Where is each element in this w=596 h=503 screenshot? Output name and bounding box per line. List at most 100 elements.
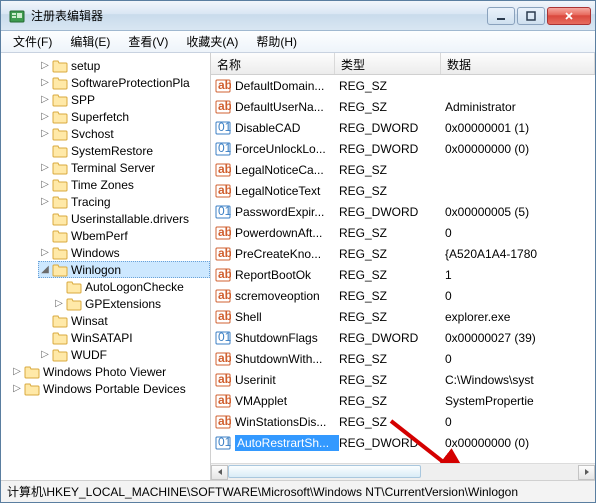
maximize-button[interactable] xyxy=(517,7,545,25)
menu-help[interactable]: 帮助(H) xyxy=(248,31,305,52)
expand-toggle[interactable]: ▷ xyxy=(39,111,51,122)
tree-item[interactable]: ▷Tracing xyxy=(39,193,210,210)
tree-item[interactable]: ▷ setup xyxy=(39,57,210,74)
tree-item[interactable]: WinSATAPI xyxy=(39,329,210,346)
expand-toggle[interactable]: ▷ xyxy=(39,247,51,258)
expand-toggle[interactable]: ▷ xyxy=(39,349,51,360)
expand-toggle[interactable]: ▷ xyxy=(39,94,51,105)
value-row[interactable]: abLegalNoticeCa...REG_SZ xyxy=(211,159,595,180)
expand-toggle[interactable]: ▷ xyxy=(39,179,51,190)
value-row[interactable]: 011DisableCADREG_DWORD0x00000001 (1) xyxy=(211,117,595,138)
scroll-thumb[interactable] xyxy=(228,465,421,478)
reg-sz-icon: ab xyxy=(215,246,231,262)
expand-toggle[interactable]: ▷ xyxy=(39,162,51,173)
value-row[interactable]: 011ForceUnlockLo...REG_DWORD0x00000000 (… xyxy=(211,138,595,159)
value-row[interactable]: abLegalNoticeTextREG_SZ xyxy=(211,180,595,201)
expand-toggle[interactable]: ▷ xyxy=(39,196,51,207)
expand-toggle[interactable]: ▷ xyxy=(53,298,65,309)
value-data: 0 xyxy=(445,289,595,303)
menu-edit[interactable]: 编辑(E) xyxy=(62,31,118,52)
value-type: REG_SZ xyxy=(339,268,445,282)
minimize-button[interactable] xyxy=(487,7,515,25)
value-row[interactable]: abVMAppletREG_SZSystemPropertie xyxy=(211,390,595,411)
list-pane: 名称 类型 数据 abDefaultDomain...REG_SZabDefau… xyxy=(211,53,595,480)
value-row[interactable]: abPreCreateKno...REG_SZ{A520A1A4-1780 xyxy=(211,243,595,264)
list-body[interactable]: abDefaultDomain...REG_SZabDefaultUserNa.… xyxy=(211,75,595,463)
expand-toggle[interactable]: ▷ xyxy=(39,128,51,139)
expand-toggle[interactable]: ▷ xyxy=(11,383,23,394)
svg-text:ab: ab xyxy=(218,288,231,302)
tree-item-label: Windows Portable Devices xyxy=(43,382,186,396)
scroll-right-button[interactable] xyxy=(578,465,595,480)
value-row[interactable]: abShellREG_SZexplorer.exe xyxy=(211,306,595,327)
tree-item[interactable]: ▷Svchost xyxy=(39,125,210,142)
status-path: 计算机\HKEY_LOCAL_MACHINE\SOFTWARE\Microsof… xyxy=(7,483,518,500)
value-data: {A520A1A4-1780 xyxy=(445,247,595,261)
value-data: SystemPropertie xyxy=(445,394,595,408)
tree-item[interactable]: ▷SoftwareProtectionPla xyxy=(39,74,210,91)
expand-toggle[interactable]: ▷ xyxy=(11,366,23,377)
column-data[interactable]: 数据 xyxy=(441,53,595,74)
scroll-left-button[interactable] xyxy=(211,465,228,480)
value-data: 0 xyxy=(445,226,595,240)
close-button[interactable] xyxy=(547,7,591,25)
menu-view[interactable]: 查看(V) xyxy=(120,31,176,52)
title-bar[interactable]: 注册表编辑器 xyxy=(1,1,595,31)
value-row[interactable]: 011ShutdownFlagsREG_DWORD0x00000027 (39) xyxy=(211,327,595,348)
value-data: explorer.exe xyxy=(445,310,595,324)
column-type[interactable]: 类型 xyxy=(335,53,441,74)
value-type: REG_SZ xyxy=(339,289,445,303)
reg-sz-icon: ab xyxy=(215,372,231,388)
tree-item[interactable]: ▷Superfetch xyxy=(39,108,210,125)
window-title: 注册表编辑器 xyxy=(31,7,487,24)
tree-item[interactable]: ◢Winlogon xyxy=(38,261,210,278)
value-name: DefaultUserNa... xyxy=(235,100,339,114)
column-name[interactable]: 名称 xyxy=(211,53,335,74)
value-row[interactable]: 011AutoRestrartSh...REG_DWORD0x00000000 … xyxy=(211,432,595,453)
tree-item[interactable]: ▷WUDF xyxy=(39,346,210,363)
value-name: PreCreateKno... xyxy=(235,247,339,261)
value-type: REG_SZ xyxy=(339,352,445,366)
value-row[interactable]: abPowerdownAft...REG_SZ0 xyxy=(211,222,595,243)
menu-file[interactable]: 文件(F) xyxy=(5,31,60,52)
value-row[interactable]: abDefaultUserNa...REG_SZAdministrator xyxy=(211,96,595,117)
tree-item[interactable]: AutoLogonChecke xyxy=(53,278,210,295)
tree-item[interactable]: ▷SPP xyxy=(39,91,210,108)
value-row[interactable]: 011PasswordExpir...REG_DWORD0x00000005 (… xyxy=(211,201,595,222)
menu-favorites[interactable]: 收藏夹(A) xyxy=(178,31,246,52)
tree-item[interactable]: ▷Time Zones xyxy=(39,176,210,193)
tree-item[interactable]: WbemPerf xyxy=(39,227,210,244)
value-row[interactable]: abShutdownWith...REG_SZ0 xyxy=(211,348,595,369)
value-data: Administrator xyxy=(445,100,595,114)
horizontal-scrollbar[interactable] xyxy=(211,463,595,480)
expand-toggle[interactable]: ▷ xyxy=(39,77,51,88)
value-row[interactable]: abWinStationsDis...REG_SZ0 xyxy=(211,411,595,432)
tree-item[interactable]: ▷GPExtensions xyxy=(53,295,210,312)
folder-icon xyxy=(52,144,68,158)
value-data: C:\Windows\syst xyxy=(445,373,595,387)
tree-pane[interactable]: ▷ setup▷SoftwareProtectionPla▷SPP▷Superfe… xyxy=(1,53,211,480)
tree-item[interactable]: SystemRestore xyxy=(39,142,210,159)
value-type: REG_SZ xyxy=(339,100,445,114)
expand-toggle[interactable]: ▷ xyxy=(39,60,51,71)
value-row[interactable]: abUserinitREG_SZC:\Windows\syst xyxy=(211,369,595,390)
folder-icon xyxy=(52,246,68,260)
value-row[interactable]: abReportBootOkREG_SZ1 xyxy=(211,264,595,285)
value-row[interactable]: abscremoveoptionREG_SZ0 xyxy=(211,285,595,306)
folder-icon xyxy=(52,314,68,328)
scroll-track[interactable] xyxy=(228,465,578,480)
tree-item[interactable]: ▷Windows Photo Viewer xyxy=(11,363,210,380)
svg-text:011: 011 xyxy=(218,141,231,155)
expand-toggle[interactable]: ◢ xyxy=(39,264,51,275)
tree-item-label: setup xyxy=(71,59,100,73)
folder-icon xyxy=(52,263,68,277)
reg-sz-icon: ab xyxy=(215,351,231,367)
tree-item[interactable]: ▷ Windows Portable Devices xyxy=(11,380,210,397)
folder-icon xyxy=(52,161,68,175)
value-type: REG_SZ xyxy=(339,310,445,324)
tree-item[interactable]: ▷Windows xyxy=(39,244,210,261)
tree-item[interactable]: Winsat xyxy=(39,312,210,329)
tree-item[interactable]: Userinstallable.drivers xyxy=(39,210,210,227)
tree-item[interactable]: ▷Terminal Server xyxy=(39,159,210,176)
value-row[interactable]: abDefaultDomain...REG_SZ xyxy=(211,75,595,96)
